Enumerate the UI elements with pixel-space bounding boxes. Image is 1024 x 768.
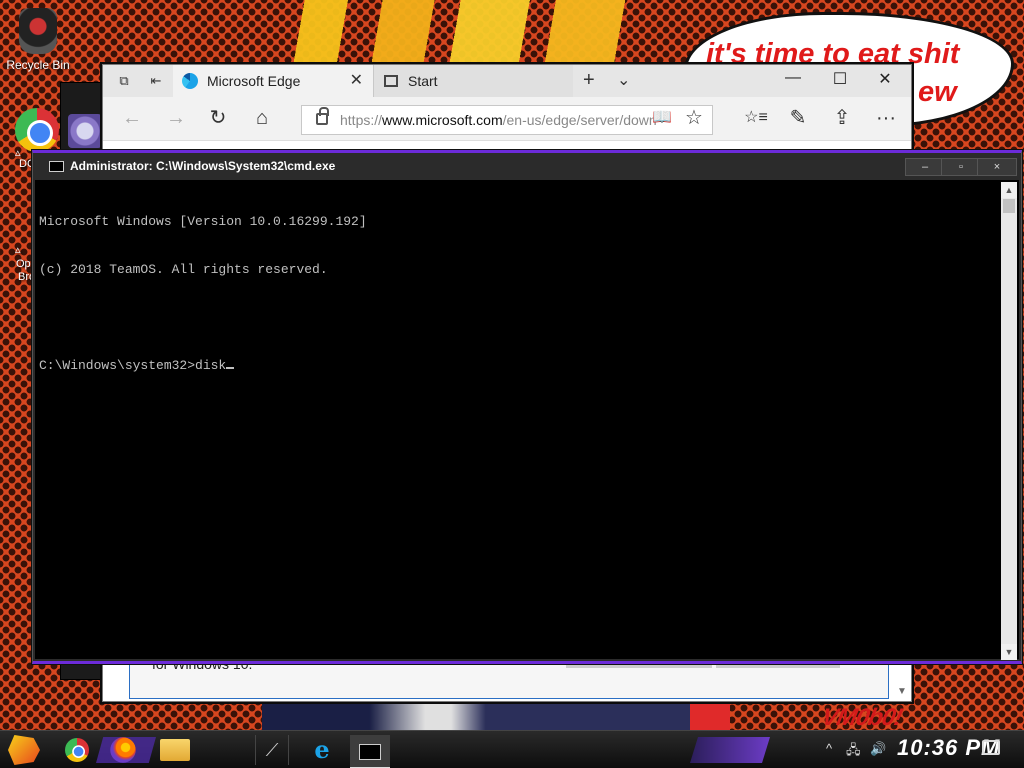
forward-button[interactable]: → xyxy=(163,105,189,131)
cmd-title-bar[interactable]: Administrator: C:\Windows\System32\cmd.e… xyxy=(33,153,1021,180)
edge-icon[interactable]: e xyxy=(305,735,339,765)
share-icon[interactable]: ⇪ xyxy=(829,105,855,131)
console-prompt: C:\Windows\system32>disk xyxy=(39,358,227,373)
action-center-icon[interactable] xyxy=(982,740,1000,755)
edge-tab-bar: ⧉ ⇤ Microsoft Edge ✕ Start + ⌄ — ☐ ✕ xyxy=(103,65,911,97)
tab-microsoft-edge[interactable]: Microsoft Edge ✕ xyxy=(173,65,373,97)
desktop-label-fragment-2: ▵ xyxy=(15,244,21,256)
chrome-desktop-icon[interactable] xyxy=(15,108,59,152)
new-tab-button[interactable]: + xyxy=(583,69,595,92)
tab-label: Microsoft Edge xyxy=(207,73,301,89)
favorites-hub-icon[interactable]: ☆≡ xyxy=(743,105,769,131)
wallpaper-bottom-art xyxy=(262,700,692,734)
favorite-star-icon[interactable]: ☆ xyxy=(681,105,707,131)
edge-maximize-button[interactable]: ☐ xyxy=(830,69,850,89)
tabs-aside-icon[interactable]: ⇤ xyxy=(147,73,165,89)
wallpaper-watermark: VM0b0! xyxy=(819,704,905,731)
set-tabs-aside-icon[interactable]: ⧉ xyxy=(115,73,133,89)
firefox-icon[interactable] xyxy=(110,737,136,763)
console-line: (c) 2018 TeamOS. All rights reserved. xyxy=(39,262,328,277)
tray-chevron-icon[interactable]: ^ xyxy=(826,741,832,756)
cmd-title: Administrator: C:\Windows\System32\cmd.e… xyxy=(70,159,336,173)
recycle-bin-icon xyxy=(19,8,57,54)
reading-view-icon[interactable]: 📖 xyxy=(649,105,675,131)
cmd-close-button[interactable]: × xyxy=(977,158,1017,176)
desktop-icon-recycle-bin[interactable]: Recycle Bin xyxy=(3,8,73,72)
edge-close-button[interactable]: ✕ xyxy=(875,69,895,89)
url-host: www.microsoft.com xyxy=(382,112,503,128)
scroll-up-icon[interactable]: ▲ xyxy=(1001,182,1017,198)
more-menu-icon[interactable]: ··· xyxy=(873,105,899,131)
web-notes-icon[interactable]: ✎ xyxy=(785,105,811,131)
start-page-icon xyxy=(384,75,398,87)
wallpaper-bottom-art-red xyxy=(690,700,730,734)
cmd-window-icon xyxy=(49,161,64,172)
desktop-icon-label: Recycle Bin xyxy=(6,58,70,72)
chrome-icon[interactable] xyxy=(65,738,89,762)
wallpaper-speech-text-2: ew xyxy=(918,76,957,108)
cmd-maximize-button[interactable]: ▫ xyxy=(941,158,981,176)
app-icon[interactable]: ⟋ xyxy=(255,735,289,765)
home-button[interactable]: ⌂ xyxy=(249,105,275,131)
edge-nav-bar: ← → ↻ ⌂ https://www.microsoft.com/en-us/… xyxy=(103,97,911,141)
network-icon[interactable]: 🖧 xyxy=(846,741,861,763)
start-icon[interactable] xyxy=(8,735,40,765)
taskbar-decoration-2 xyxy=(690,737,770,763)
close-tab-icon[interactable]: ✕ xyxy=(350,65,363,97)
tab-start[interactable]: Start xyxy=(373,65,573,97)
tab-list-chevron-icon[interactable]: ⌄ xyxy=(617,70,630,90)
console-prompt-line[interactable]: C:\Windows\system32>disk xyxy=(39,358,997,374)
volume-icon[interactable]: 🔊 xyxy=(870,741,886,757)
app-icon xyxy=(68,114,102,148)
refresh-button[interactable]: ↻ xyxy=(205,105,231,131)
tab-label: Start xyxy=(408,73,438,89)
cmd-icon[interactable] xyxy=(350,735,390,768)
back-button[interactable]: ← xyxy=(119,105,145,131)
cmd-minimize-button[interactable]: – xyxy=(905,158,945,176)
url-scheme: https:// xyxy=(340,112,383,128)
text-cursor xyxy=(226,367,235,369)
cmd-console[interactable]: Microsoft Windows [Version 10.0.16299.19… xyxy=(39,182,997,660)
url-path: /en-us/edge/server/down xyxy=(502,112,657,128)
edge-icon xyxy=(182,73,198,89)
lock-icon xyxy=(316,107,329,125)
scroll-down-icon[interactable]: ▼ xyxy=(1001,644,1017,660)
cmd-window[interactable]: Administrator: C:\Windows\System32\cmd.e… xyxy=(32,150,1022,664)
scrollbar-thumb[interactable] xyxy=(1003,199,1015,213)
edge-minimize-button[interactable]: — xyxy=(783,69,803,87)
cmd-scrollbar[interactable]: ▲ ▼ xyxy=(1001,182,1017,660)
taskbar: ⟋ e ^ 🖧 🔊 10:36 PM xyxy=(0,730,1024,768)
file-explorer-icon[interactable] xyxy=(160,739,190,761)
console-line: Microsoft Windows [Version 10.0.16299.19… xyxy=(39,214,367,229)
